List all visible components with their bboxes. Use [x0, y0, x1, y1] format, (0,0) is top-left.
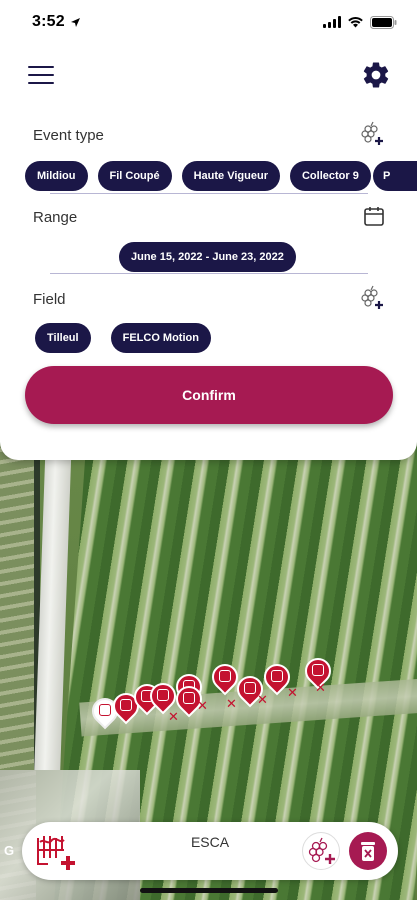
- map-google-logo: G: [4, 843, 15, 858]
- divider: [50, 193, 368, 194]
- date-range-chip[interactable]: June 15, 2022 - June 23, 2022: [119, 242, 296, 272]
- grape-add-icon[interactable]: [360, 121, 386, 147]
- status-time: 3:52: [32, 13, 65, 30]
- home-indicator: [140, 888, 278, 893]
- bottom-card-title: ESCA: [190, 834, 230, 850]
- field-label: Field: [33, 291, 66, 308]
- map-x-marker[interactable]: ✕: [226, 697, 237, 712]
- bottom-card: ESCA: [22, 822, 398, 880]
- chip-event-mildiou[interactable]: Mildiou: [25, 161, 88, 191]
- cellular-signal-icon: [323, 16, 341, 28]
- calendar-icon[interactable]: [363, 205, 385, 227]
- map-x-marker[interactable]: ✕: [257, 693, 268, 708]
- hamburger-menu-icon[interactable]: [28, 66, 54, 86]
- grape-add-icon[interactable]: [360, 285, 386, 311]
- chip-event-haute-vigueur[interactable]: Haute Vigueur: [181, 161, 280, 191]
- chip-event-fil-coupe[interactable]: Fil Coupé: [97, 161, 172, 191]
- chip-event-collector-9[interactable]: Collector 9: [289, 161, 371, 191]
- confirm-button[interactable]: Confirm: [25, 366, 393, 424]
- map-marker[interactable]: [206, 658, 244, 696]
- event-type-chips: Mildiou Fil Coupé Haute Vigueur Collecto…: [25, 161, 371, 191]
- grape-add-button[interactable]: [302, 832, 340, 870]
- field-chips: Tilleul FELCO Motion: [35, 323, 211, 353]
- chip-field-felco-motion[interactable]: FELCO Motion: [110, 323, 211, 353]
- top-bar: [0, 58, 417, 98]
- event-type-label: Event type: [33, 127, 104, 144]
- status-bar: 3:52: [0, 0, 417, 44]
- filter-panel: Event type Mildiou Fil Coupé Haute Vigue…: [0, 0, 417, 460]
- trash-icon: [361, 842, 375, 861]
- map-x-marker[interactable]: ✕: [315, 681, 326, 696]
- range-label: Range: [33, 209, 78, 226]
- gear-icon[interactable]: [361, 60, 391, 90]
- wifi-icon: [348, 16, 363, 28]
- chip-field-tilleul[interactable]: Tilleul: [35, 323, 91, 353]
- map-x-marker[interactable]: ✕: [287, 686, 298, 701]
- location-arrow-icon: [70, 17, 80, 27]
- divider: [50, 273, 368, 274]
- grape-add-icon: [308, 837, 335, 864]
- battery-icon: [370, 15, 397, 29]
- chip-event-partial[interactable]: P: [373, 161, 417, 191]
- map-x-marker[interactable]: ✕: [168, 710, 179, 725]
- map-x-marker[interactable]: ✕: [197, 699, 208, 714]
- delete-button[interactable]: [349, 832, 387, 870]
